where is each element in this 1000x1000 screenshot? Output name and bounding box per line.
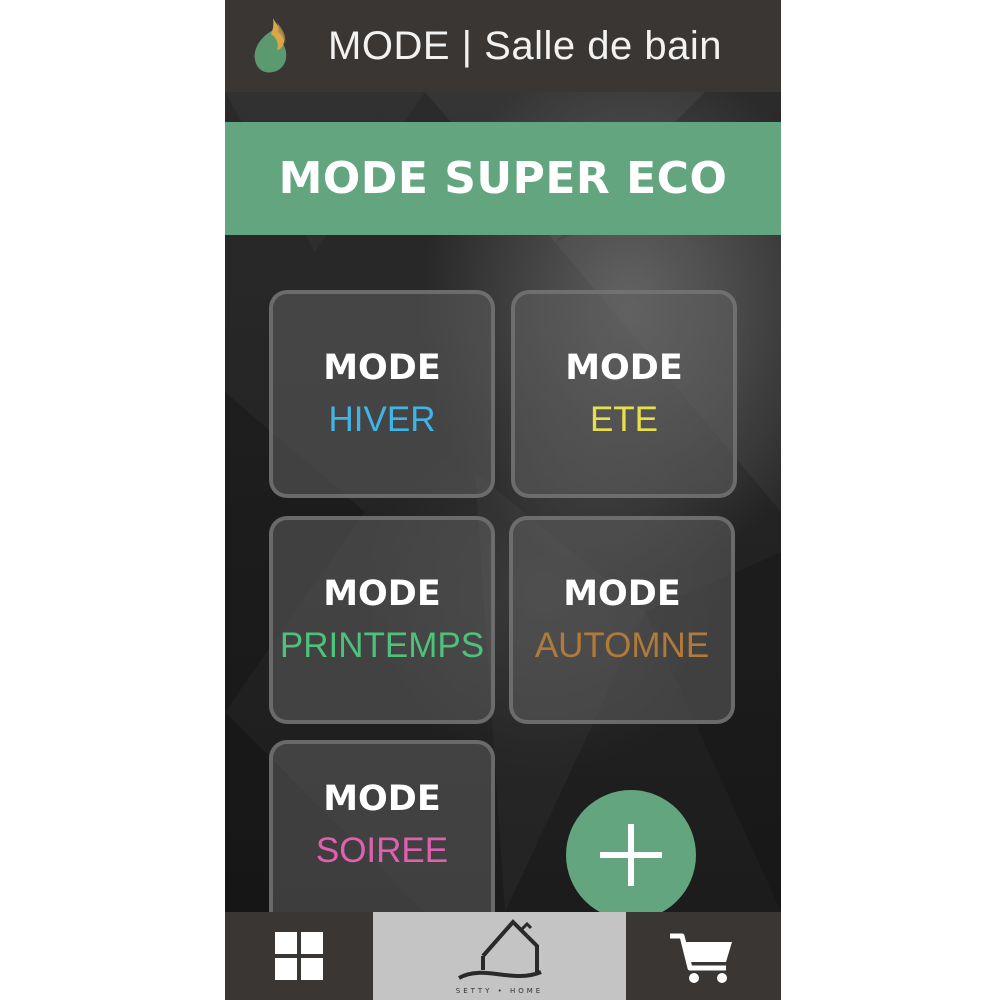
- nav-cart-button[interactable]: [626, 912, 781, 1000]
- add-mode-button[interactable]: [566, 790, 696, 912]
- cart-icon: [670, 933, 732, 983]
- tile-title: MODE: [323, 348, 441, 388]
- mode-tile-hiver[interactable]: MODE HIVER: [269, 290, 495, 498]
- plus-icon: [600, 824, 662, 886]
- page-title: MODE | Salle de bain: [328, 24, 722, 68]
- current-mode-banner[interactable]: MODE SUPER ECO: [225, 122, 781, 235]
- mode-tile-automne[interactable]: MODE AUTOMNE: [509, 516, 735, 724]
- tile-mode-name: SOIREE: [315, 831, 449, 870]
- mode-list-area[interactable]: MODE SUPER ECO MODE HIVER MODE ETE MODE …: [225, 92, 781, 912]
- nav-home-button[interactable]: SETTY • HOME: [373, 912, 626, 1000]
- nav-grid-button[interactable]: [225, 912, 373, 1000]
- current-mode-label: MODE SUPER ECO: [278, 153, 728, 204]
- tile-mode-name: AUTOMNE: [534, 626, 710, 665]
- mode-tile-ete[interactable]: MODE ETE: [511, 290, 737, 498]
- tile-mode-name: ETE: [589, 400, 659, 439]
- tile-mode-name: HIVER: [328, 400, 436, 439]
- tile-title: MODE: [323, 779, 441, 819]
- tile-title: MODE: [563, 574, 681, 614]
- grid-icon: [275, 932, 323, 980]
- tile-mode-name: PRINTEMPS: [279, 626, 485, 665]
- brand-caption: SETTY • HOME: [455, 987, 544, 995]
- mode-tile-printemps[interactable]: MODE PRINTEMPS: [269, 516, 495, 724]
- mode-tile-soiree[interactable]: MODE SOIREE: [269, 740, 495, 912]
- app-header: MODE | Salle de bain: [225, 0, 781, 92]
- tile-title: MODE: [323, 574, 441, 614]
- app-screen: MODE | Salle de bain MODE SUPER ECO MODE…: [225, 0, 781, 1000]
- bottom-navigation: SETTY • HOME: [225, 912, 781, 1000]
- tile-title: MODE: [565, 348, 683, 388]
